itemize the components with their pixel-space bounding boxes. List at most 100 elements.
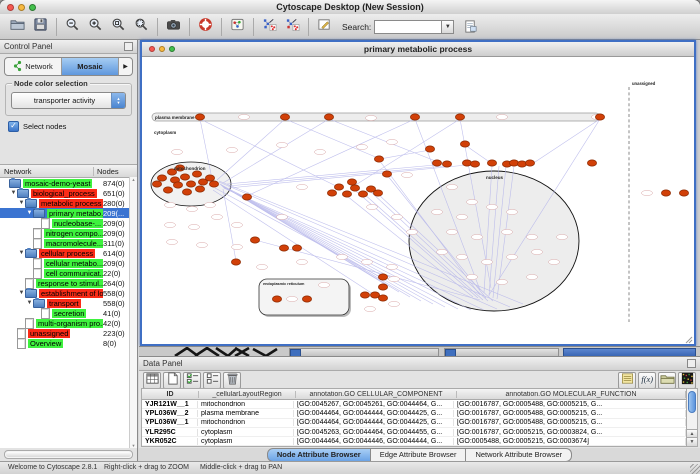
zoom-in-button[interactable] bbox=[84, 16, 107, 37]
tab-edge-attribute-browser[interactable]: Edge Attribute Browser bbox=[371, 448, 467, 462]
table-row[interactable]: YPL036W__1mitochondrion[GO:0044464, GO:0… bbox=[142, 419, 686, 428]
cytoscape-window: Cytoscape Desktop (New Session) Search: … bbox=[0, 0, 700, 474]
expand-triangle-icon[interactable]: ▼ bbox=[18, 290, 25, 296]
tree-column-nodes[interactable]: Nodes bbox=[94, 167, 137, 176]
dropdown-value: transporter activity bbox=[12, 96, 111, 105]
tree-row[interactable]: ▼cellular process614(0) bbox=[0, 248, 137, 258]
column-header[interactable]: ID bbox=[142, 391, 199, 398]
table-row[interactable]: YPL036W__2plasma membrane[GO:0044464, GO… bbox=[142, 409, 686, 418]
expand-triangle-icon[interactable]: ▼ bbox=[26, 210, 33, 216]
tree-header: Network Nodes bbox=[0, 165, 137, 178]
float-panel-icon[interactable] bbox=[124, 42, 133, 51]
search-dropdown-button[interactable]: ▼ bbox=[441, 20, 454, 34]
attribute-table-button[interactable] bbox=[143, 372, 161, 389]
delete-attribute-button[interactable] bbox=[223, 372, 241, 389]
scrollbar-thumb[interactable] bbox=[688, 391, 696, 413]
tree-vertical-scrollbar[interactable]: ▲▼ bbox=[129, 177, 137, 448]
tree-row[interactable]: cell communicat...22(0) bbox=[0, 268, 137, 278]
table-cell: cytoplasm bbox=[198, 438, 294, 445]
float-panel-icon[interactable] bbox=[687, 359, 696, 368]
zoom-fit-icon bbox=[111, 17, 126, 37]
search-input[interactable] bbox=[374, 20, 441, 34]
table-row[interactable]: YKR052Ccytoplasm[GO:0044464, GO:0044446,… bbox=[142, 437, 686, 446]
zoom-fit-button[interactable] bbox=[107, 16, 130, 37]
function-builder-button[interactable]: f(x) bbox=[638, 372, 656, 389]
table-row[interactable]: YJR121W__1mitochondrion[GO:0045267, GO:0… bbox=[142, 400, 686, 409]
expand-triangle-icon[interactable]: ▼ bbox=[18, 250, 25, 256]
network-label: cell communicat... bbox=[44, 269, 103, 278]
table-cell: [GO:0016787, GO:0005215, GO:0003824, G..… bbox=[454, 429, 686, 436]
zoom-region-button[interactable] bbox=[130, 16, 153, 37]
tree-row[interactable]: unassigned223(0) bbox=[0, 328, 137, 338]
annotation-notes-button[interactable] bbox=[618, 372, 636, 389]
table-row[interactable]: YLR295Ccytoplasm[GO:0045263, GO:0044464,… bbox=[142, 428, 686, 437]
tree-row[interactable]: ▼biological_process651(0) bbox=[0, 188, 137, 198]
tree-row[interactable]: macromolecule...311(0) bbox=[0, 238, 137, 248]
tree-row[interactable]: secretion41(0) bbox=[0, 308, 137, 318]
camera-snapshot-button[interactable] bbox=[162, 16, 185, 37]
unselect-attributes-button[interactable] bbox=[203, 372, 221, 389]
column-header[interactable]: annotation.GO CELLULAR_COMPONENT bbox=[296, 391, 457, 398]
tree-column-network[interactable]: Network bbox=[0, 167, 94, 176]
resize-grip[interactable] bbox=[690, 464, 700, 474]
tree-row[interactable]: ▼establishment of lo...558(0) bbox=[0, 288, 137, 298]
tab-network[interactable]: Network bbox=[5, 58, 62, 75]
select-attributes-button[interactable] bbox=[183, 372, 201, 389]
table-vertical-scrollbar[interactable]: ▲ ▼ bbox=[686, 389, 697, 446]
vizmapper-icon bbox=[317, 17, 332, 37]
tab-node-attribute-browser[interactable]: Node Attribute Browser bbox=[267, 448, 371, 462]
file-icon bbox=[41, 308, 50, 319]
expand-triangle-icon[interactable]: ▼ bbox=[26, 300, 33, 306]
matrix-button[interactable] bbox=[678, 372, 696, 389]
column-header[interactable]: annotation.GO MOLECULAR_FUNCTION bbox=[457, 391, 686, 398]
network-modify-a-button[interactable] bbox=[258, 16, 281, 37]
open-folder-button[interactable] bbox=[6, 16, 29, 37]
expand-triangle-icon[interactable]: ▼ bbox=[18, 200, 25, 206]
tree-row[interactable]: nucleobase-...209(0) bbox=[0, 218, 137, 228]
tree-row[interactable]: response to stimul...264(0) bbox=[0, 278, 137, 288]
status-message: Middle-click + drag to PAN bbox=[200, 464, 282, 471]
network-overview-button[interactable] bbox=[226, 16, 249, 37]
folder-icon bbox=[25, 289, 37, 298]
scroll-down-icon[interactable]: ▼ bbox=[687, 437, 697, 446]
network-modify-b-button[interactable] bbox=[281, 16, 304, 37]
table-cell: YLR295C bbox=[142, 429, 198, 436]
network-label: response to stimul... bbox=[36, 279, 103, 288]
tree-row[interactable]: multi-organism pro...42(0) bbox=[0, 318, 137, 328]
select-nodes-checkbox[interactable]: ✓ bbox=[8, 121, 19, 132]
annotation-import-button[interactable] bbox=[459, 16, 482, 37]
node-color-dropdown[interactable]: transporter activity ▲▼ bbox=[11, 92, 126, 109]
zoom-out-button[interactable] bbox=[61, 16, 84, 37]
tree-row[interactable]: ▼metabolic process280(0) bbox=[0, 198, 137, 208]
tree-row[interactable]: nitrogen compo...209(0) bbox=[0, 228, 137, 238]
network-label: transport bbox=[47, 299, 81, 308]
control-panel-horizontal-scrollbar[interactable] bbox=[4, 450, 133, 459]
network-canvas[interactable]: plasma membranecytoplasmmitochondrionnuc… bbox=[142, 57, 694, 344]
expand-triangle-icon[interactable]: ▼ bbox=[10, 190, 17, 196]
vizmapper-button[interactable] bbox=[313, 16, 336, 37]
save-icon bbox=[33, 17, 48, 37]
tab-overflow-arrow[interactable]: ▶ bbox=[119, 58, 132, 75]
tab-mosaic[interactable]: Mosaic bbox=[62, 58, 119, 75]
network-label: primary metabo... bbox=[47, 209, 103, 218]
tree-row[interactable]: ▼transport558(0) bbox=[0, 298, 137, 308]
tree-row[interactable]: cellular metabo...209(0) bbox=[0, 258, 137, 268]
open-folder-icon bbox=[10, 17, 25, 37]
tree-row[interactable]: Overview8(0) bbox=[0, 338, 137, 348]
tab-network-attribute-browser[interactable]: Network Attribute Browser bbox=[466, 448, 572, 462]
file-icon bbox=[25, 318, 34, 329]
folder-icon bbox=[9, 179, 21, 188]
network-label: metabolic process bbox=[39, 199, 103, 208]
network-window-titlebar[interactable]: primary metabolic process bbox=[142, 42, 694, 57]
tree-row[interactable]: ▼primary metabo...209(... bbox=[0, 208, 137, 218]
network-label: unassigned bbox=[28, 329, 70, 338]
save-button[interactable] bbox=[29, 16, 52, 37]
import-attributes-button[interactable] bbox=[658, 372, 676, 389]
folder-icon bbox=[25, 199, 37, 208]
tree-row[interactable]: mosaic-demo-yeast874(0) bbox=[0, 178, 137, 188]
table-cell: mitochondrion bbox=[198, 401, 294, 408]
new-attribute-button[interactable] bbox=[163, 372, 181, 389]
help-lifesaver-button[interactable] bbox=[194, 16, 217, 37]
column-header[interactable]: _cellularLayoutRegion bbox=[199, 391, 296, 398]
network-label: mosaic-demo-yeast bbox=[23, 179, 92, 188]
